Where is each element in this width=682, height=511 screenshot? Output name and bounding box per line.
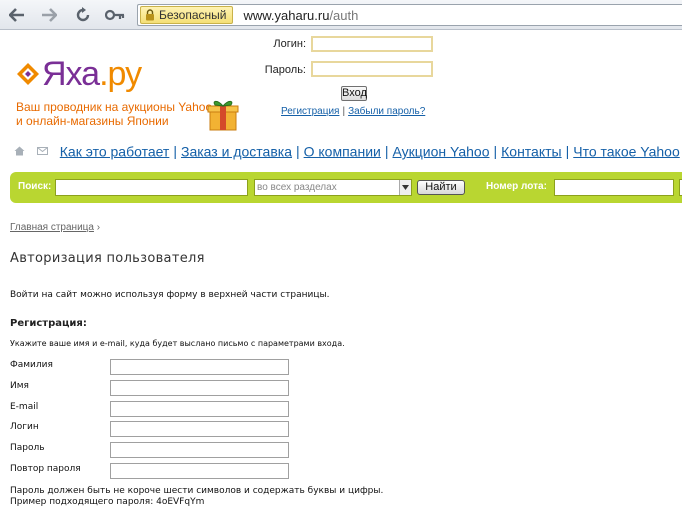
nav-item-what-is-yahoo[interactable]: Что такое Yahoo (573, 143, 680, 159)
home-icon[interactable] (14, 146, 25, 156)
registration-heading: Регистрация: (10, 318, 87, 329)
email-label: E-mail (10, 402, 39, 412)
address-bar[interactable]: Безопасный www.yaharu.ru/auth (137, 4, 682, 26)
section-select[interactable]: во всех разделах (254, 179, 412, 196)
logo-part2: .ру (99, 55, 142, 93)
surname-label: Фамилия (10, 360, 53, 370)
auth-links: Регистрация | Забыли пароль? (281, 106, 425, 117)
reload-button[interactable] (72, 4, 94, 26)
mail-icon[interactable] (36, 147, 48, 156)
nav-separator: | (295, 143, 300, 160)
nav-item-yahoo-auction[interactable]: Аукцион Yahoo (392, 143, 489, 159)
reload-icon (76, 7, 90, 22)
forgot-password-link[interactable]: Забыли пароль? (348, 106, 425, 117)
security-chip[interactable]: Безопасный (140, 6, 234, 24)
back-button[interactable] (6, 4, 28, 26)
reg-password-input[interactable] (110, 442, 289, 458)
key-button[interactable] (103, 4, 127, 26)
breadcrumb-home-link[interactable]: Главная страница (10, 222, 94, 233)
search-bar: Поиск: во всех разделах Найти Номер лота… (10, 172, 682, 203)
key-icon (105, 9, 125, 21)
search-label: Поиск: (18, 181, 52, 192)
reg-login-input[interactable] (110, 421, 289, 437)
dropdown-arrow[interactable] (399, 180, 411, 195)
password-rule-text: Пароль должен быть не короче шести симво… (10, 486, 384, 496)
back-arrow-icon (9, 8, 24, 22)
password-repeat-label: Повтор пароля (10, 464, 81, 474)
registration-hint: Укажите ваше имя и e-mail, куда будет вы… (10, 339, 345, 348)
logo-mark-icon (17, 63, 39, 85)
main-navigation: Как это работает | Заказ и доставка | О комп… (14, 142, 682, 162)
reg-login-label: Логин (10, 422, 39, 432)
logo-part1: Яха (42, 55, 100, 93)
breadcrumb-arrow: › (96, 222, 101, 233)
lot-number-input[interactable] (554, 179, 674, 196)
lot-number-label: Номер лота: (486, 181, 547, 192)
forward-arrow-icon (42, 8, 57, 22)
nav-item-contacts[interactable]: Контакты (501, 143, 561, 159)
nav-separator: | (493, 143, 498, 160)
login-button[interactable]: Вход (341, 86, 367, 101)
search-input[interactable] (55, 179, 248, 196)
surname-input[interactable] (110, 359, 289, 375)
site-tagline: Ваш проводник на аукционы Yahoo и онлайн… (16, 100, 216, 128)
breadcrumb: Главная страница › (10, 222, 100, 233)
page-title: Авторизация пользователя (10, 251, 205, 266)
nav-separator: | (173, 143, 177, 160)
intro-text: Войти на сайт можно используя форму в ве… (10, 290, 330, 300)
password-example-text: Пример подходящего пароля: 4oEVFqYm (10, 497, 205, 507)
nav-item-how-it-works[interactable]: Как это работает (60, 143, 170, 159)
password-input[interactable] (311, 61, 433, 77)
login-label: Логин: (273, 38, 306, 50)
site-logo-area[interactable]: Яха.ру Ваш проводник на аукционы Yahoo и… (16, 56, 246, 134)
name-label: Имя (10, 381, 29, 391)
nav-separator: | (384, 143, 389, 160)
url-path: /auth (329, 7, 359, 23)
login-input[interactable] (311, 36, 433, 52)
url-host: www.yaharu.ru (243, 7, 330, 23)
password-label: Пароль: (264, 64, 306, 76)
register-link[interactable]: Регистрация (281, 106, 339, 117)
nav-separator: | (565, 143, 570, 160)
section-select-value: во всех разделах (257, 182, 337, 193)
links-separator: | (342, 106, 346, 117)
email-input[interactable] (110, 401, 289, 417)
gift-icon (207, 100, 239, 131)
find-button[interactable]: Найти (417, 180, 465, 195)
security-label: Безопасный (159, 8, 227, 22)
browser-toolbar: Безопасный www.yaharu.ru/auth (0, 0, 682, 30)
name-input[interactable] (110, 380, 289, 396)
tagline-line2: и онлайн-магазины Японии (16, 114, 169, 128)
reg-password-label: Пароль (10, 443, 45, 453)
url-text[interactable]: www.yaharu.ru/auth (243, 8, 358, 23)
site-logo: Яха.ру (42, 55, 142, 93)
nav-item-order-delivery[interactable]: Заказ и доставка (181, 143, 292, 159)
nav-item-about[interactable]: О компании (304, 143, 381, 159)
forward-button[interactable] (38, 4, 60, 26)
chevron-down-icon (402, 185, 409, 190)
lock-icon (146, 9, 154, 21)
password-repeat-input[interactable] (110, 463, 289, 479)
tagline-line1: Ваш проводник на аукционы Yahoo (16, 100, 213, 114)
